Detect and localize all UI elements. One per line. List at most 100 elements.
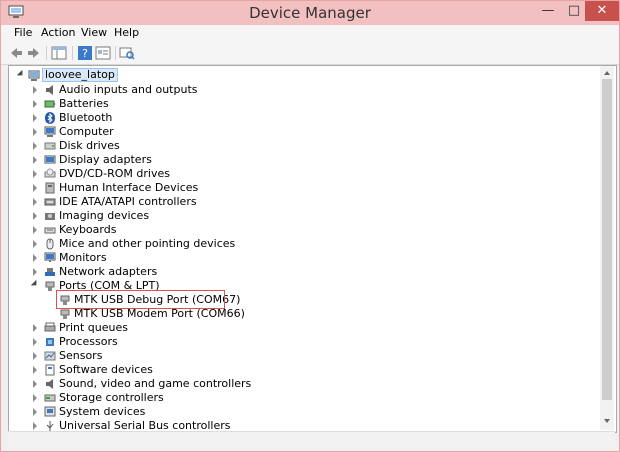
expand-arrow-icon[interactable] — [33, 184, 37, 192]
software-icon — [45, 364, 55, 376]
mouse-icon — [46, 238, 54, 250]
window-title: Device Manager — [249, 4, 371, 22]
tree-child-label: MTK USB Modem Port (COM66) — [74, 307, 245, 320]
expand-arrow-icon[interactable] — [33, 324, 37, 332]
svg-text:?: ? — [82, 47, 88, 60]
speaker-icon — [46, 85, 53, 95]
menu-file[interactable]: File — [14, 26, 32, 39]
expand-arrow-icon[interactable] — [33, 128, 37, 136]
expand-arrow-icon[interactable] — [33, 212, 37, 220]
hid-icon — [45, 182, 55, 194]
toolbar-separator — [115, 46, 116, 60]
tree-item-label: Bluetooth — [59, 111, 113, 124]
tree-item[interactable]: Storage controllers — [9, 391, 599, 405]
tree-item-label: Print queues — [59, 321, 128, 334]
expand-arrow-icon[interactable] — [33, 380, 37, 388]
expand-arrow-icon[interactable] — [33, 226, 37, 234]
properties-icon[interactable] — [95, 45, 111, 61]
tree-item[interactable]: Keyboards — [9, 223, 599, 237]
expand-arrow-icon[interactable] — [33, 142, 37, 150]
tree-item[interactable]: Computer — [9, 125, 599, 139]
tree-item[interactable]: Print queues — [9, 321, 599, 335]
show-hide-console-tree-icon[interactable] — [51, 45, 67, 61]
tree-item[interactable]: Mice and other pointing devices — [9, 237, 599, 251]
expand-arrow-icon[interactable] — [33, 352, 37, 360]
tree-item-label: System devices — [59, 405, 146, 418]
tree-item[interactable]: Audio inputs and outputs — [9, 83, 599, 97]
tree-item[interactable]: Display adapters — [9, 153, 599, 167]
expand-arrow-icon[interactable] — [33, 100, 37, 108]
scrollbar-thumb[interactable] — [602, 79, 612, 400]
maximize-button[interactable]: □ — [561, 1, 587, 21]
back-icon[interactable] — [8, 45, 24, 61]
close-button[interactable]: ✕ — [585, 1, 619, 21]
help-icon[interactable]: ? — [77, 45, 93, 61]
system-icon — [44, 406, 56, 417]
minimize-button[interactable]: — — [535, 1, 561, 21]
toolbar: ? — [1, 42, 619, 65]
expand-arrow-icon[interactable] — [33, 86, 37, 94]
forward-icon[interactable] — [26, 45, 42, 61]
keyboard-icon — [44, 227, 56, 234]
title-bar: Device Manager — □ ✕ — [1, 1, 619, 25]
tree-item-label: Display adapters — [59, 153, 152, 166]
disk-icon — [44, 142, 56, 150]
tree-item[interactable]: Human Interface Devices — [9, 181, 599, 195]
tree-item-label: DVD/CD-ROM drives — [59, 167, 170, 180]
expand-arrow-icon[interactable] — [33, 240, 37, 248]
port-icon — [45, 281, 55, 291]
scan-hardware-icon[interactable] — [119, 45, 135, 61]
collapse-arrow-icon[interactable] — [30, 279, 40, 289]
tree-root[interactable]: loovee_latop — [9, 68, 209, 83]
tree-item[interactable]: Processors — [9, 335, 599, 349]
tree-item-label: Batteries — [59, 97, 109, 110]
expand-arrow-icon[interactable] — [33, 198, 37, 206]
tree-item[interactable]: Sound, video and game controllers — [9, 377, 599, 391]
tree-item[interactable]: Software devices — [9, 363, 599, 377]
tree-item-label: Mice and other pointing devices — [59, 237, 236, 250]
horizontal-scrollbar[interactable] — [8, 431, 615, 447]
tree-child-item[interactable]: MTK USB Modem Port (COM66) — [9, 307, 599, 321]
scroll-up-arrow-icon[interactable] — [604, 71, 610, 75]
camera-icon — [45, 213, 55, 220]
expand-arrow-icon[interactable] — [33, 366, 37, 374]
expand-arrow-icon[interactable] — [33, 268, 37, 276]
tree-item[interactable]: Monitors — [9, 251, 599, 265]
tree-item[interactable]: Imaging devices — [9, 209, 599, 223]
storage-icon — [44, 394, 56, 402]
menu-view[interactable]: View — [81, 26, 107, 39]
device-manager-window: Device Manager — □ ✕ File Action View He… — [0, 0, 620, 452]
tree-item[interactable]: IDE ATA/ATAPI controllers — [9, 195, 599, 209]
expand-arrow-icon[interactable] — [33, 422, 37, 430]
tree-item[interactable]: Network adapters — [9, 265, 599, 279]
expand-arrow-icon[interactable] — [33, 338, 37, 346]
expand-arrow-icon[interactable] — [33, 408, 37, 416]
tree-item[interactable]: Bluetooth — [9, 111, 599, 125]
expand-arrow-icon[interactable] — [33, 254, 37, 262]
tree-item[interactable]: Disk drives — [9, 139, 599, 153]
vertical-scrollbar[interactable] — [600, 66, 614, 430]
port-icon — [60, 309, 70, 319]
expand-arrow-icon[interactable] — [33, 170, 37, 178]
menu-bar: File Action View Help — [1, 25, 619, 42]
tree-item-label: Monitors — [59, 251, 107, 264]
tree-item-label: IDE ATA/ATAPI controllers — [59, 195, 197, 208]
tree-item-label: Sensors — [59, 349, 103, 362]
scroll-down-arrow-icon[interactable] — [604, 419, 610, 423]
tree-item-label: Keyboards — [59, 223, 117, 236]
tree-item[interactable]: Batteries — [9, 97, 599, 111]
expand-arrow-icon[interactable] — [33, 114, 37, 122]
tree-item-label: Storage controllers — [59, 391, 164, 404]
collapse-arrow-icon[interactable] — [16, 69, 26, 79]
tree-item[interactable]: DVD/CD-ROM drives — [9, 167, 599, 181]
menu-help[interactable]: Help — [114, 26, 139, 39]
tree-item-label: Audio inputs and outputs — [59, 83, 198, 96]
menu-action[interactable]: Action — [41, 26, 75, 39]
expand-arrow-icon[interactable] — [33, 394, 37, 402]
device-tree: loovee_latop Audio inputs and outputs Bat… — [8, 65, 617, 433]
tree-item[interactable]: System devices — [9, 405, 599, 419]
tree-item-label: Software devices — [59, 363, 153, 376]
tree-item[interactable]: Sensors — [9, 349, 599, 363]
expand-arrow-icon[interactable] — [33, 156, 37, 164]
tree-item-label: Processors — [59, 335, 118, 348]
